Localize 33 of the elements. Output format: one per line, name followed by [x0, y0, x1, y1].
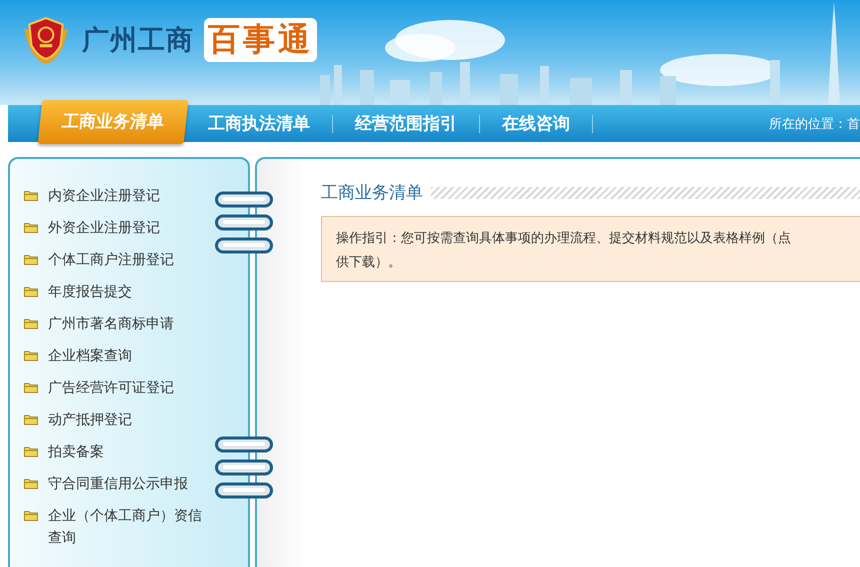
binder-ring-icon: [215, 482, 273, 499]
sidebar-link[interactable]: 外资企业注册登记: [48, 217, 208, 239]
folder-icon: [24, 254, 38, 265]
site-title: 广州工商: [82, 24, 194, 58]
binder-ring-icon: [215, 459, 273, 476]
sidebar-link[interactable]: 企业档案查询: [48, 345, 208, 367]
sidebar-link[interactable]: 广告经营许可证登记: [48, 377, 208, 399]
folder-icon: [24, 286, 38, 297]
site-title-highlight: 百事通: [204, 18, 317, 62]
sidebar-link[interactable]: 守合同重信用公示申报: [48, 473, 208, 495]
breadcrumb: 所在的位置：首: [769, 116, 860, 132]
folder-icon: [24, 318, 38, 329]
sidebar-link[interactable]: 年度报告提交: [48, 281, 208, 303]
section-title: 工商业务清单: [321, 182, 423, 204]
folder-icon: [24, 190, 38, 201]
sidebar-link[interactable]: 企业（个体工商户）资信查询: [48, 505, 208, 549]
folder-icon: [24, 382, 38, 393]
folder-icon: [24, 510, 38, 521]
sidebar-link[interactable]: 内资企业注册登记: [48, 185, 208, 207]
folder-icon: [24, 350, 38, 361]
folder-icon: [24, 222, 38, 233]
binder-ring-icon: [215, 214, 273, 231]
folder-icon: [24, 478, 38, 489]
binder-ring-icon: [215, 191, 273, 208]
folder-icon: [24, 446, 38, 457]
sidebar-link[interactable]: 拍卖备案: [48, 441, 208, 463]
binder-ring-icon: [215, 237, 273, 254]
sidebar-link[interactable]: 动产抵押登记: [48, 409, 208, 431]
guide-notice: 操作指引：您可按需查询具体事项的办理流程、提交材料规范以及表格样例（点 供下载）。: [321, 216, 860, 282]
sidebar-link[interactable]: 个体工商户注册登记: [48, 249, 208, 271]
binder-ring-icon: [215, 436, 273, 453]
sidebar-link[interactable]: 广州市著名商标申请: [48, 313, 208, 335]
folder-icon: [24, 414, 38, 425]
